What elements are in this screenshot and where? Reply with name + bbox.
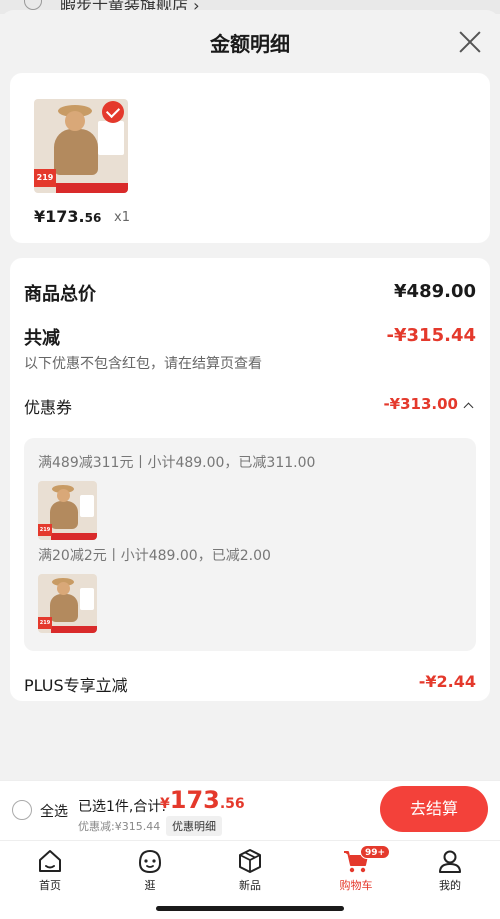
- tab-label: 逛: [144, 879, 156, 892]
- tab-home[interactable]: 首页: [20, 847, 80, 893]
- plus-discount-label: PLUS专享立减: [24, 676, 128, 695]
- product-figure-head: [65, 111, 85, 131]
- thumb-price-tag: 219: [38, 524, 52, 536]
- box-icon: [239, 849, 261, 873]
- coupon-product-thumbnail: 219: [38, 481, 97, 540]
- check-badge-icon: [102, 101, 124, 123]
- tab-cart[interactable]: 99+ 购物车: [326, 845, 391, 893]
- face-icon: [138, 849, 162, 874]
- discount-summary: 优惠减:¥315.44: [78, 820, 161, 833]
- select-all-label[interactable]: 全选: [40, 801, 68, 821]
- coupon-detail-box: 满489减311元丨小计489.00，已减311.00 219 满20减2元丨小…: [24, 438, 476, 651]
- coupon-line: 满489减311元丨小计489.00，已减311.00: [38, 455, 316, 471]
- product-figure-head: [57, 489, 70, 502]
- tab-label: 购物车: [339, 879, 373, 892]
- amount-detail-sheet: 金额明细 219 ¥173.56 x1 商品总价 ¥489.00 共减 -¥31…: [0, 10, 500, 780]
- chevron-up-icon[interactable]: [463, 402, 474, 413]
- person-icon: [439, 850, 461, 873]
- select-all-checkbox[interactable]: [12, 800, 32, 820]
- close-icon[interactable]: [458, 30, 482, 54]
- product-quantity: x1: [114, 210, 130, 225]
- product-figure-body: [50, 501, 78, 529]
- bottom-tab-bar: 首页 逛 新品 99+ 购物车 我的: [0, 840, 500, 919]
- cart-count-badge: 99+: [360, 845, 391, 859]
- selected-summary: 已选1件,合计:: [78, 799, 167, 815]
- product-price: ¥173.56: [34, 207, 101, 226]
- thumb-price-tag: 219: [34, 169, 56, 187]
- checkout-button[interactable]: 去结算: [380, 786, 488, 832]
- reduction-label: 共减: [24, 328, 60, 349]
- product-figure-head: [57, 582, 70, 595]
- checkout-bar: 全选 已选1件,合计: ¥173.56 优惠减:¥315.44 优惠明细 去结算: [0, 780, 500, 840]
- tab-profile[interactable]: 我的: [420, 847, 480, 893]
- promo-band: [51, 533, 97, 540]
- reduction-value: -¥315.44: [386, 325, 476, 346]
- goods-total-value: ¥489.00: [394, 281, 476, 302]
- tab-browse[interactable]: 逛: [120, 847, 180, 893]
- total-int: 173: [169, 786, 220, 814]
- discount-detail-button[interactable]: 优惠明细: [166, 816, 222, 836]
- product-price-dec: 56: [84, 211, 102, 225]
- product-side-card: [80, 495, 94, 517]
- coupon-product-thumbnail: 219: [38, 574, 97, 633]
- plus-discount-value: -¥2.44: [418, 672, 476, 691]
- goods-total-label: 商品总价: [24, 284, 96, 305]
- product-thumbnail: 219: [34, 99, 128, 193]
- home-indicator: [156, 906, 344, 911]
- product-side-card: [80, 588, 94, 610]
- coupon-label: 优惠券: [24, 398, 73, 417]
- total-dec: .56: [219, 796, 245, 812]
- total-price: ¥173.56: [160, 786, 245, 814]
- promo-band: [51, 626, 97, 633]
- coupon-value[interactable]: -¥313.00: [383, 395, 458, 413]
- store-select-circle: [24, 0, 42, 10]
- reduction-note: 以下优惠不包含红包，请在结算页查看: [24, 356, 262, 372]
- product-figure-body: [54, 129, 98, 175]
- tab-new[interactable]: 新品: [220, 847, 280, 893]
- product-price-int: ¥173.: [34, 207, 85, 226]
- sheet-title: 金额明细: [210, 32, 290, 56]
- total-yen: ¥: [160, 796, 170, 812]
- product-side-card: [98, 121, 124, 155]
- product-card: 219 ¥173.56 x1: [10, 73, 490, 243]
- coupon-line: 满20减2元丨小计489.00，已减2.00: [38, 548, 271, 564]
- amount-detail-card: 商品总价 ¥489.00 共减 -¥315.44 以下优惠不包含红包，请在结算页…: [10, 258, 490, 701]
- promo-band: [56, 183, 128, 193]
- product-figure-body: [50, 594, 78, 622]
- thumb-price-tag: 219: [38, 617, 52, 629]
- tab-label: 我的: [439, 879, 461, 892]
- tab-label: 首页: [39, 879, 61, 892]
- home-icon: [39, 850, 61, 872]
- tab-label: 新品: [239, 879, 261, 892]
